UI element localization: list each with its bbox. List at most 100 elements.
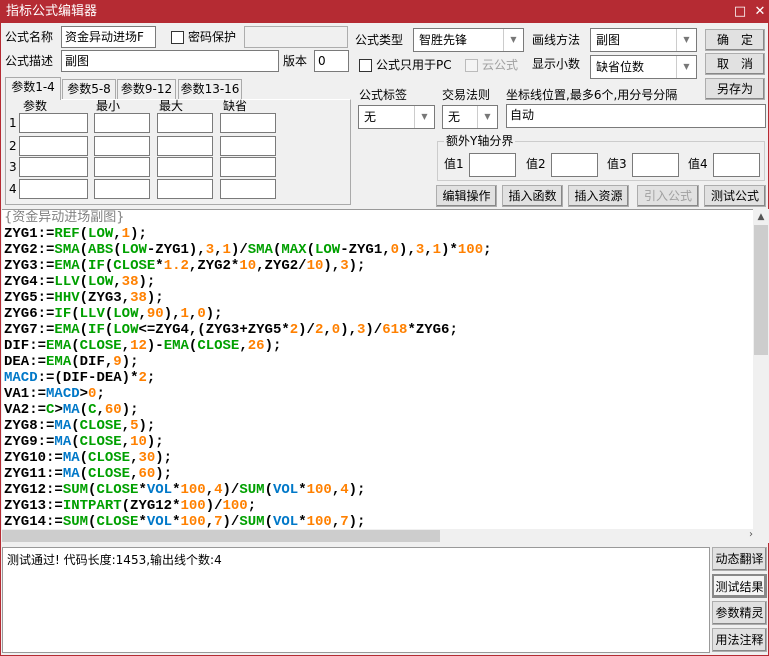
scroll-thumb-h[interactable] [2, 530, 440, 542]
maximize-button[interactable]: □ [731, 3, 749, 21]
version-label: 版本 [283, 54, 308, 68]
scroll-up-icon[interactable]: ▲ [753, 209, 769, 225]
code-editor[interactable]: {资金异动进场副图} ZYG1:=REF(LOW,1); ZYG2:=SMA(ABS… [2, 209, 753, 529]
code-token: )- [146, 338, 164, 354]
name-input[interactable]: 资金异动进场F [61, 26, 156, 48]
yval-input[interactable] [632, 153, 679, 177]
draw-select[interactable]: 副图 ▼ [590, 28, 697, 52]
code-token: DIF [62, 370, 89, 386]
code-token: CLOSE [79, 338, 122, 354]
code-token: VA2 [4, 402, 30, 418]
cancel-button[interactable]: 取 消 [705, 53, 765, 75]
param-input-3-4[interactable] [220, 157, 276, 177]
code-token: ZYG11 [4, 466, 47, 482]
code-token: := [29, 338, 47, 354]
rule-label: 交易法则 [442, 88, 491, 102]
side-button-4[interactable]: 用法注释 [712, 628, 767, 652]
param-input-4-4[interactable] [220, 179, 276, 199]
code-token: 4 [340, 482, 349, 498]
code-token: ( [264, 482, 273, 498]
param-input-3-1[interactable] [19, 157, 88, 177]
horizontal-scrollbar[interactable]: › [2, 529, 769, 543]
yval-input[interactable] [551, 153, 598, 177]
side-button-1[interactable]: 动态翻译 [712, 547, 767, 571]
code-token: 3 [340, 258, 349, 274]
param-input-3-3[interactable] [157, 157, 213, 177]
param-input-4-3[interactable] [157, 179, 213, 199]
code-token: ZYG3 [88, 290, 122, 306]
side-button-3[interactable]: 参数精灵 [712, 601, 767, 625]
code-token: * [281, 322, 290, 338]
tab-params-1[interactable]: 参数1-4 [5, 77, 61, 100]
code-token: , [424, 242, 433, 258]
code-token: VOL [272, 482, 299, 498]
code-token: ( [104, 306, 114, 322]
param-input-2-2[interactable] [94, 136, 150, 156]
version-input[interactable]: 0 [314, 50, 349, 72]
tag-select[interactable]: 无 ▼ [358, 105, 435, 129]
pc-only-checkbox[interactable] [359, 59, 372, 72]
param-input-1-3[interactable] [157, 113, 213, 133]
decimal-select[interactable]: 缺省位数 ▼ [590, 55, 697, 79]
yval-input[interactable] [713, 153, 760, 177]
code-token: EMA [54, 322, 80, 338]
code-token: DIF [79, 354, 105, 370]
code-token: - [340, 242, 349, 258]
password-checkbox[interactable] [171, 31, 184, 44]
param-input-3-2[interactable] [94, 157, 150, 177]
code-token: ); [205, 306, 223, 322]
code-line: ZYG10:=MA(CLOSE,30); [4, 450, 753, 466]
insert-function-button[interactable]: 插入函数 [502, 185, 563, 207]
code-token: , [96, 402, 105, 418]
code-token: ZYG4 [155, 322, 189, 338]
code-token: ZYG12 [4, 482, 47, 498]
cloud-checkbox[interactable] [465, 59, 478, 72]
code-token: := [37, 242, 55, 258]
code-token: ZYG6 [415, 322, 450, 338]
code-token: := [37, 322, 55, 338]
code-token: IF [54, 306, 72, 322]
yval-label: 值1 [444, 157, 464, 171]
code-token: ( [79, 226, 89, 242]
import-formula-button[interactable]: 引入公式 [637, 185, 699, 207]
code-token: , [138, 306, 147, 322]
chevron-down-icon: ▼ [676, 29, 696, 51]
param-input-2-4[interactable] [220, 136, 276, 156]
param-input-2-1[interactable] [19, 136, 88, 156]
close-button[interactable]: ✕ [751, 3, 769, 21]
code-line: ZYG9:=MA(CLOSE,10); [4, 434, 753, 450]
param-input-1-2[interactable] [94, 113, 150, 133]
code-token: ZYG5 [4, 290, 38, 306]
scroll-thumb[interactable] [754, 225, 768, 355]
chevron-down-icon: ▼ [414, 106, 434, 128]
code-token: )/ [365, 322, 383, 338]
password-input[interactable] [244, 26, 348, 48]
code-token: )* [121, 370, 139, 386]
param-input-1-1[interactable] [19, 113, 88, 133]
pc-only-label: 公式只用于PC [376, 58, 452, 72]
code-token: ZYG1 [348, 242, 383, 258]
save-as-button[interactable]: 另存为 [705, 78, 765, 100]
param-input-4-2[interactable] [94, 179, 150, 199]
scroll-right-icon[interactable]: › [749, 529, 753, 540]
code-token: := [46, 482, 63, 498]
code-token: , [331, 514, 341, 529]
param-input-2-3[interactable] [157, 136, 213, 156]
edit-ops-button[interactable]: 编辑操作 [436, 185, 497, 207]
ok-button[interactable]: 确 定 [705, 29, 765, 51]
code-token: CLOSE [197, 338, 240, 354]
vertical-scrollbar[interactable]: ▲ [753, 209, 769, 529]
param-input-1-4[interactable] [220, 113, 276, 133]
param-input-4-1[interactable] [19, 179, 88, 199]
code-token: , [256, 258, 265, 274]
insert-resource-button[interactable]: 插入资源 [568, 185, 629, 207]
decimal-value: 缺省位数 [596, 60, 645, 74]
type-select[interactable]: 智胜先锋 ▼ [413, 28, 524, 52]
code-token: MA [62, 402, 80, 418]
test-formula-button[interactable]: 测试公式 [704, 185, 766, 207]
desc-input[interactable]: 副图 [61, 50, 279, 72]
axis-input[interactable]: 自动 [506, 104, 766, 128]
yval-input[interactable] [469, 153, 516, 177]
side-button-2[interactable]: 测试结果 [712, 574, 767, 598]
rule-select[interactable]: 无 ▼ [442, 105, 498, 129]
